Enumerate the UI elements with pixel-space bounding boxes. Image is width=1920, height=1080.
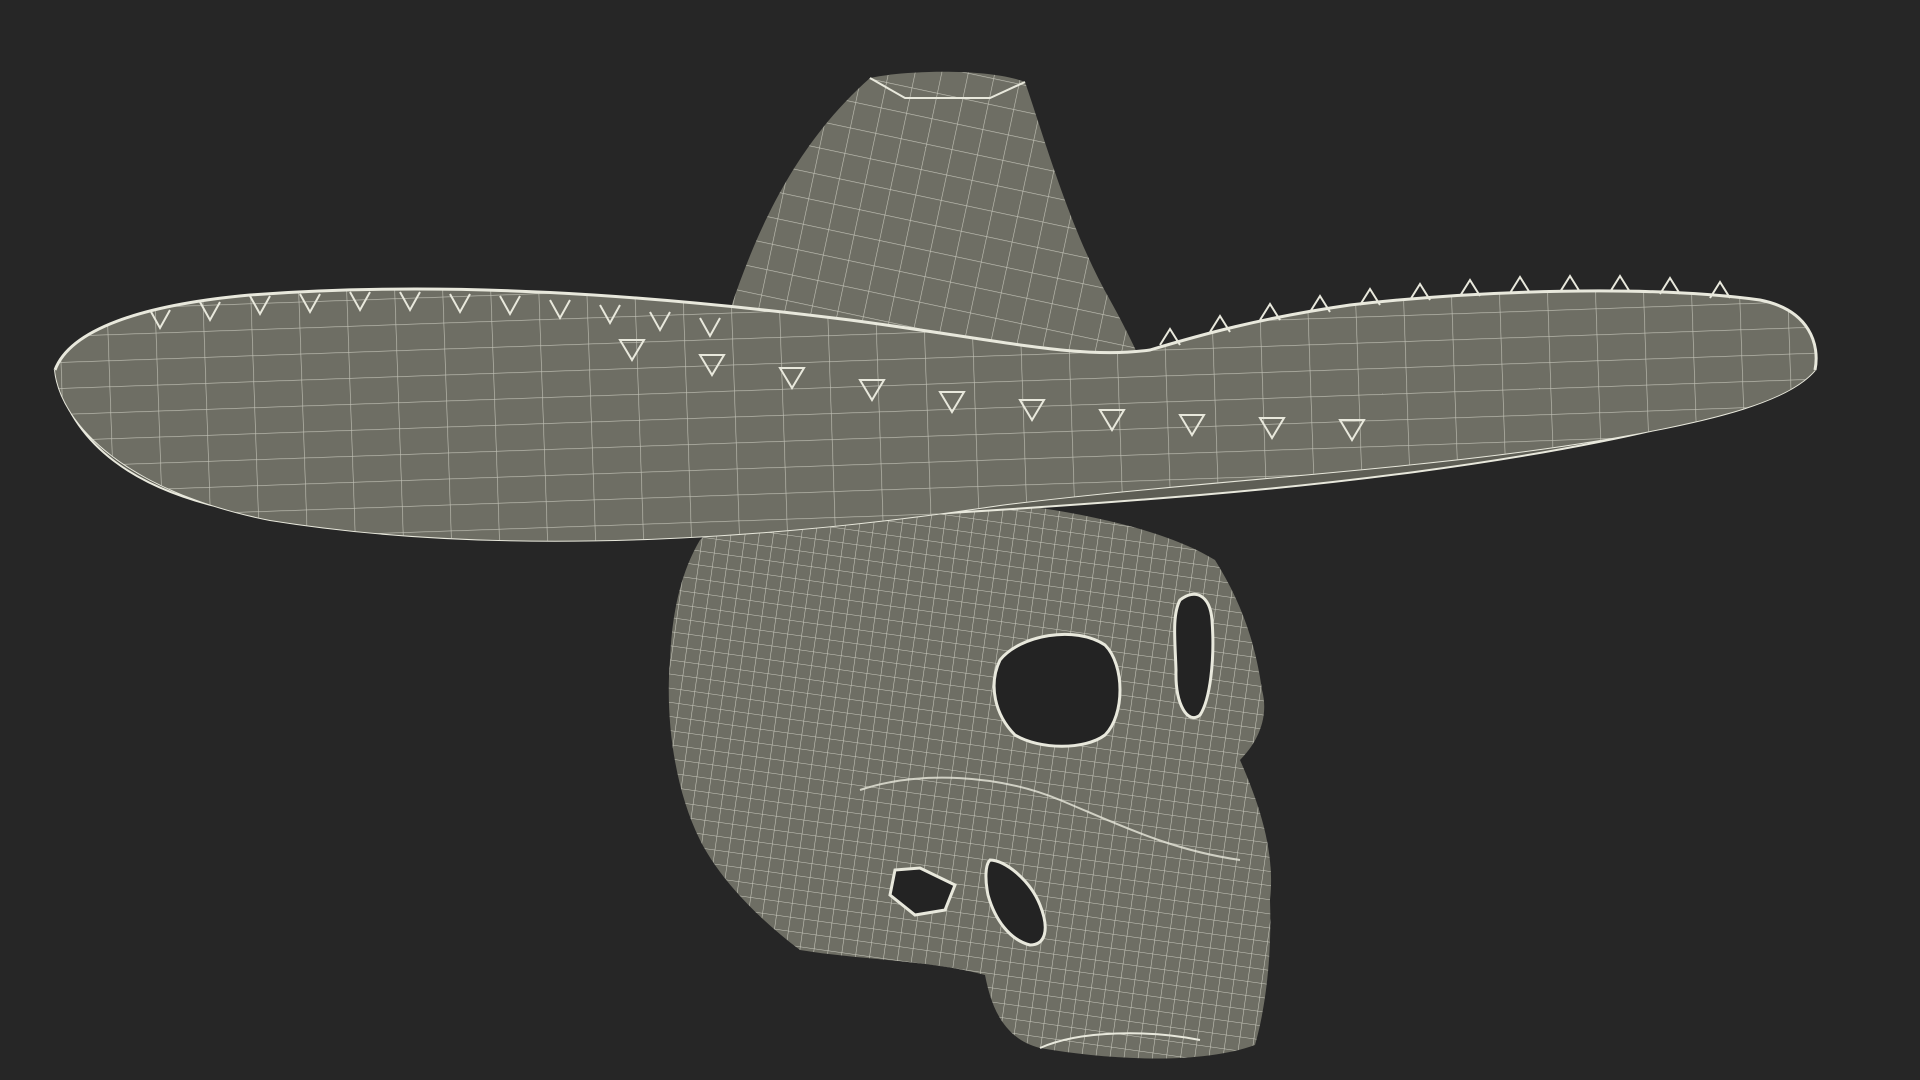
wireframe-render — [53, 71, 1818, 1059]
skull-eye-socket-right — [1173, 592, 1215, 719]
skull-wire-mesh — [668, 493, 1272, 1059]
skull — [668, 493, 1272, 1059]
skull-eye-socket-left — [992, 632, 1122, 748]
3d-viewport[interactable] — [0, 0, 1920, 1080]
